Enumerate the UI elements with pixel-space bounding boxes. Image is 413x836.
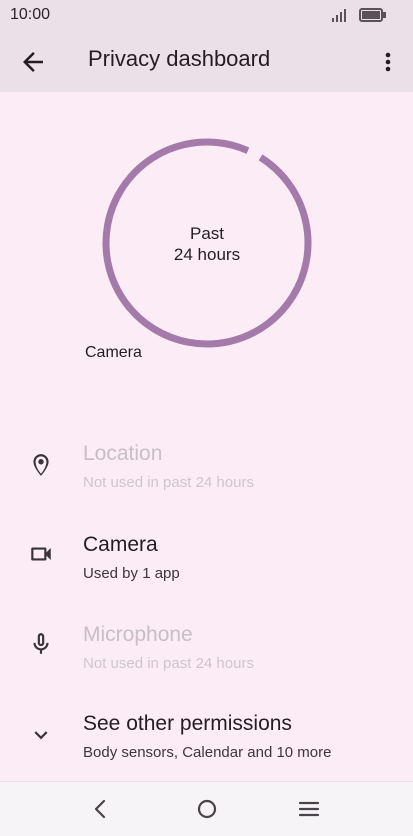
- menu-icon[interactable]: [296, 796, 322, 822]
- permission-title: See other permissions: [83, 712, 292, 735]
- more-options-button[interactable]: [376, 47, 400, 77]
- ring-legend-label: Camera: [85, 344, 142, 361]
- navigation-bar: [0, 781, 413, 836]
- camera-icon: [31, 547, 51, 561]
- permission-subtitle: Not used in past 24 hours: [83, 655, 254, 672]
- ring-center-label: Past 24 hours: [99, 223, 315, 265]
- back-button[interactable]: [18, 47, 48, 77]
- status-icons: [331, 8, 387, 26]
- signal-icon: [331, 9, 346, 22]
- permission-item-microphone[interactable]: Microphone Not used in past 24 hours: [0, 623, 413, 693]
- microphone-icon: [33, 633, 49, 654]
- app-bar: Privacy dashboard: [0, 30, 413, 92]
- chevron-down-icon: [34, 731, 48, 740]
- permission-item-location[interactable]: Location Not used in past 24 hours: [0, 442, 413, 512]
- status-bar: 10:00: [0, 0, 413, 30]
- home-icon[interactable]: [194, 796, 220, 822]
- status-time: 10:00: [10, 6, 51, 23]
- permission-title: Location: [83, 442, 163, 465]
- permission-subtitle: Used by 1 app: [83, 565, 180, 582]
- permission-item-camera[interactable]: Camera Used by 1 app: [0, 533, 413, 603]
- back-icon[interactable]: [88, 796, 114, 822]
- arrow-back-icon: [23, 52, 43, 72]
- more-vert-icon: [385, 52, 391, 72]
- permission-title: Camera: [83, 533, 158, 556]
- permission-subtitle: Not used in past 24 hours: [83, 474, 254, 491]
- see-other-permissions[interactable]: See other permissions Body sensors, Cale…: [0, 712, 413, 782]
- location-pin-icon: [33, 454, 49, 476]
- ring-center-line1: Past: [189, 224, 225, 243]
- permission-subtitle: Body sensors, Calendar and 10 more: [83, 744, 332, 761]
- ring-center-line2: 24 hours: [173, 245, 241, 264]
- permission-title: Microphone: [83, 623, 193, 646]
- battery-icon: [359, 8, 386, 22]
- page-title: Privacy dashboard: [88, 46, 271, 71]
